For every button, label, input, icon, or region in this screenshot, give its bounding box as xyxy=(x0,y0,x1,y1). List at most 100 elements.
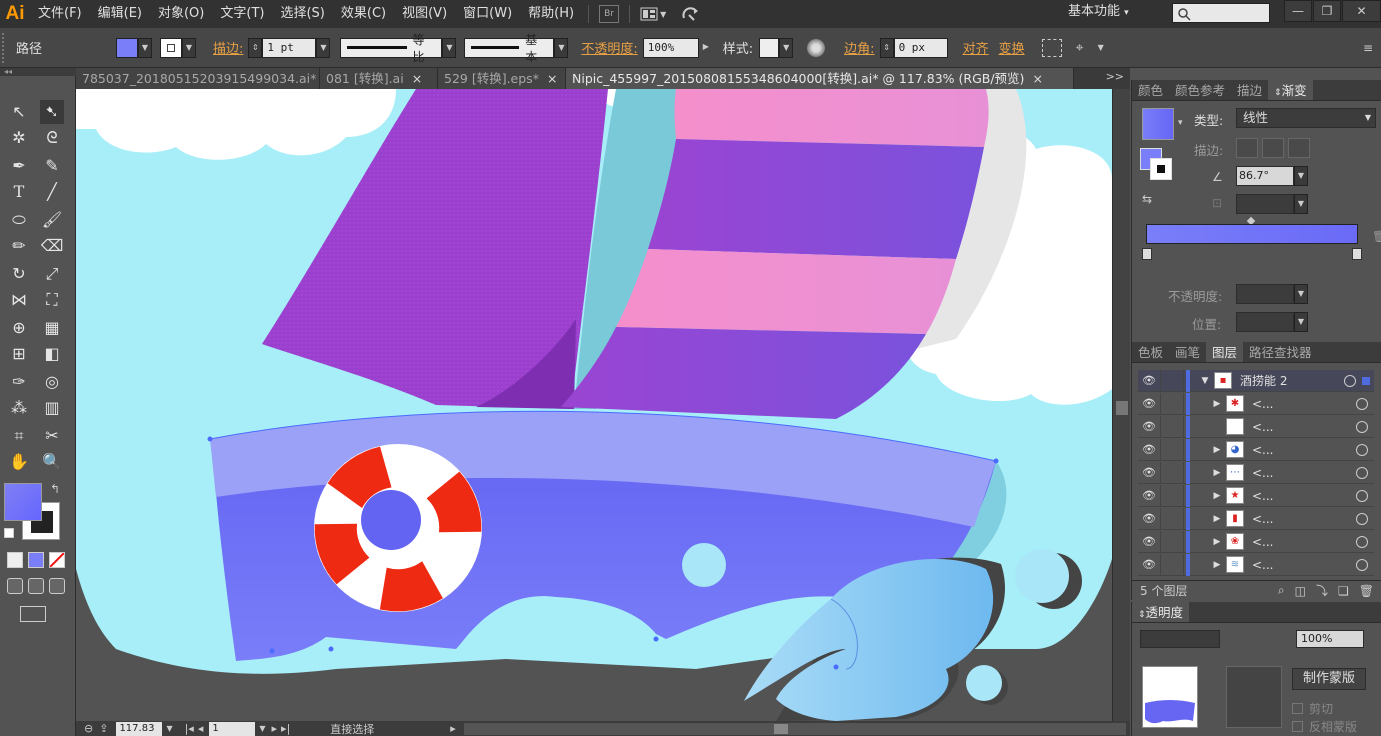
anchor-point[interactable] xyxy=(993,458,999,464)
graphic-style-swatch[interactable] xyxy=(759,37,780,58)
menu-window[interactable]: 窗口(W) xyxy=(455,0,520,28)
new-sublayer-icon[interactable]: ⤵ xyxy=(1316,582,1328,599)
layer-name[interactable]: <... xyxy=(1252,397,1356,411)
lock-toggle[interactable] xyxy=(1160,369,1184,392)
gradient-slider[interactable] xyxy=(1146,224,1358,244)
gradient-tool-icon[interactable]: ◧ xyxy=(40,342,64,366)
document-tab[interactable]: 081 [转换].ai × xyxy=(320,68,438,89)
hand-tool-icon[interactable]: ✋ xyxy=(7,450,31,474)
menu-view[interactable]: 视图(V) xyxy=(394,0,455,28)
layer-name[interactable]: <... xyxy=(1252,535,1356,549)
align-link[interactable]: 对齐 xyxy=(958,38,994,57)
gradient-angle-field[interactable]: 86.7° xyxy=(1236,166,1294,186)
stroke-gradient-along-icon[interactable] xyxy=(1262,138,1284,158)
menu-type[interactable]: 文字(T) xyxy=(212,0,272,28)
fill-color-box[interactable] xyxy=(4,483,42,521)
delete-layer-icon[interactable]: 🗑 xyxy=(1359,584,1374,598)
corner-radius-field[interactable]: 0 px xyxy=(893,37,948,58)
layer-row[interactable]: 👁 ▶ ❀ <... xyxy=(1138,530,1374,553)
more-tabs-icon[interactable]: >> xyxy=(1106,70,1124,83)
lock-toggle[interactable] xyxy=(1160,507,1184,530)
angle-dropdown[interactable]: ▼ xyxy=(1294,166,1308,186)
shape-builder-tool-icon[interactable]: ⊕ xyxy=(7,316,31,340)
stroke-weight-link[interactable]: 描边: xyxy=(208,38,248,57)
chevron-down-icon[interactable]: ▼ xyxy=(1098,43,1104,52)
visibility-eye-icon[interactable]: 👁 xyxy=(1138,512,1160,525)
paintbrush-tool-icon[interactable]: 🖌 xyxy=(40,208,64,232)
invert-mask-checkbox[interactable]: 反相蒙版 xyxy=(1292,718,1357,735)
menu-file[interactable]: 文件(F) xyxy=(30,0,90,28)
opacity-link[interactable]: 不透明度: xyxy=(576,38,642,57)
stroke-gradient-across-icon[interactable] xyxy=(1288,138,1310,158)
tab-stroke[interactable]: 描边 xyxy=(1231,80,1268,100)
anchor-point[interactable] xyxy=(207,436,213,442)
vertical-scrollbar[interactable] xyxy=(1112,89,1130,721)
lock-toggle[interactable] xyxy=(1160,415,1184,438)
recolor-artwork-icon[interactable] xyxy=(807,38,826,57)
layer-row[interactable]: 👁 ▶ ✱ <... xyxy=(1138,392,1374,415)
tab-color-guide[interactable]: 颜色参考 xyxy=(1169,80,1231,100)
gradient-stop-start[interactable] xyxy=(1142,248,1152,260)
pencil-tool-icon[interactable]: ✏ xyxy=(7,234,31,258)
layer-name[interactable]: <... xyxy=(1252,466,1356,480)
isolate-icon[interactable] xyxy=(1041,38,1062,57)
prev-artboard-icon[interactable]: ◂ xyxy=(198,722,204,735)
make-clipping-mask-icon[interactable]: ◫ xyxy=(1295,584,1306,598)
fill-dropdown[interactable]: ▼ xyxy=(138,37,152,58)
layer-target-icon[interactable] xyxy=(1356,420,1368,433)
status-menu-icon[interactable]: ▸ xyxy=(450,722,456,735)
chevron-down-icon[interactable]: ▾ xyxy=(1178,118,1183,128)
document-tab-active[interactable]: Nipic_455997_20150808155348604000[转换].ai… xyxy=(566,68,1074,89)
gradient-opacity-field[interactable] xyxy=(1236,284,1294,304)
stroke-toggle[interactable] xyxy=(1150,158,1172,180)
lock-toggle[interactable] xyxy=(1160,438,1184,461)
layer-name[interactable]: <... xyxy=(1252,420,1356,434)
gradient-location-field[interactable] xyxy=(1236,312,1294,332)
layer-target-icon[interactable] xyxy=(1344,374,1356,387)
menu-help[interactable]: 帮助(H) xyxy=(520,0,582,28)
panel-menu-icon[interactable]: ≡ xyxy=(1363,41,1373,55)
transparency-opacity-field[interactable]: 100% xyxy=(1296,630,1364,648)
layer-row[interactable]: 👁 ▶ ▮ <... xyxy=(1138,507,1374,530)
visibility-eye-icon[interactable]: 👁 xyxy=(1138,397,1160,410)
menu-edit[interactable]: 编辑(E) xyxy=(90,0,150,28)
gradient-stop-end[interactable] xyxy=(1352,248,1362,260)
stroke-swatch[interactable] xyxy=(160,37,182,58)
stroke-dropdown[interactable]: ▼ xyxy=(182,37,196,58)
scroll-thumb[interactable] xyxy=(773,723,788,734)
tab-color[interactable]: 颜色 xyxy=(1132,80,1169,100)
gradient-preview-swatch[interactable] xyxy=(1142,108,1174,140)
type-tool-icon[interactable]: T xyxy=(7,180,31,204)
gradient-type-select[interactable]: 线性 ▼ xyxy=(1236,108,1376,128)
visibility-eye-icon[interactable]: 👁 xyxy=(1138,558,1160,571)
variable-width-profile[interactable]: 等比 xyxy=(340,33,443,64)
graphic-style-dropdown[interactable]: ▼ xyxy=(779,37,794,58)
bounding-box-icon[interactable]: ⌖ xyxy=(1076,39,1096,57)
stroke-weight-field[interactable]: 1 pt xyxy=(262,37,317,58)
mesh-tool-icon[interactable]: ⊞ xyxy=(7,342,31,366)
tab-layers[interactable]: 图层 xyxy=(1206,342,1244,362)
layer-target-icon[interactable] xyxy=(1356,535,1368,548)
brush-definition[interactable]: 基本 xyxy=(464,33,555,64)
corner-stepper[interactable]: ⇕ xyxy=(879,37,894,58)
arrange-documents-icon[interactable]: ▼ xyxy=(640,5,670,23)
document-tab[interactable]: 529 [转换].eps* × xyxy=(438,68,566,89)
scale-tool-icon[interactable]: ⤢ xyxy=(40,262,64,286)
column-graph-tool-icon[interactable]: ▥ xyxy=(40,396,64,420)
lock-toggle[interactable] xyxy=(1160,392,1184,415)
location-dropdown[interactable]: ▼ xyxy=(1294,312,1308,332)
anchor-point[interactable] xyxy=(269,648,275,654)
lasso-tool-icon[interactable]: ᘓ xyxy=(40,126,64,150)
toolbox-collapse-icon[interactable]: ◂◂ xyxy=(0,68,76,76)
share-icon[interactable]: ⇪ xyxy=(99,722,108,735)
slice-tool-icon[interactable]: ✂ xyxy=(40,424,64,448)
lock-toggle[interactable] xyxy=(1160,461,1184,484)
layer-row[interactable]: 👁 ▶ ★ <... xyxy=(1138,484,1374,507)
last-artboard-icon[interactable]: ▸| xyxy=(281,722,290,735)
close-icon[interactable]: × xyxy=(412,71,422,86)
sync-icon[interactable] xyxy=(680,5,704,23)
clip-checkbox[interactable]: 剪切 xyxy=(1292,700,1333,717)
horizontal-scrollbar[interactable] xyxy=(463,722,1126,735)
mask-thumbnail[interactable] xyxy=(1226,666,1282,728)
artboard-canvas[interactable] xyxy=(76,89,1112,721)
